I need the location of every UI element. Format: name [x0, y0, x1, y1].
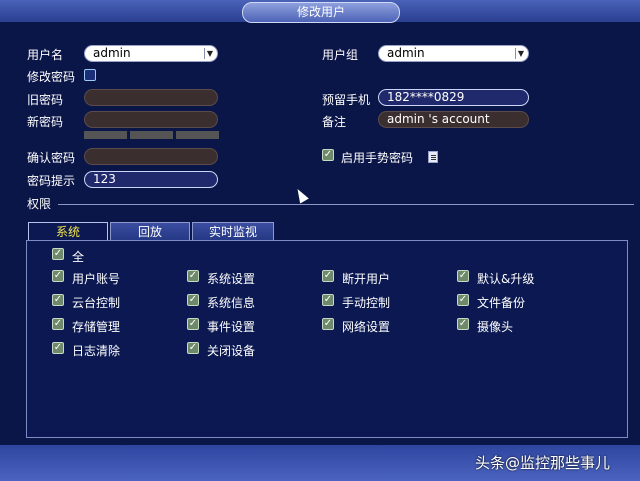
remark-label: 备注	[322, 115, 347, 129]
perm-label: 网络设置	[342, 320, 391, 334]
username-value: admin	[93, 46, 131, 60]
perm-label: 断开用户	[342, 272, 391, 286]
user-group-select[interactable]: admin ▼	[378, 45, 529, 62]
modify-password-checkbox[interactable]	[84, 69, 96, 81]
old-password-label: 旧密码	[27, 93, 64, 107]
old-password-field[interactable]	[84, 89, 218, 106]
perm-label: 摄像头	[477, 320, 514, 334]
perm-checkbox[interactable]: ✓	[187, 318, 199, 330]
password-strength-bar-strong	[176, 131, 219, 139]
chevron-down-icon: ▼	[204, 48, 215, 59]
perm-checkbox[interactable]: ✓	[187, 342, 199, 354]
watermark: 头条@监控那些事儿	[475, 454, 611, 472]
document-icon[interactable]	[428, 151, 438, 163]
perm-label: 用户账号	[72, 272, 121, 286]
username-select[interactable]: admin ▼	[84, 45, 218, 62]
perm-checkbox[interactable]: ✓	[187, 294, 199, 306]
perm-checkbox[interactable]: ✓	[52, 318, 64, 330]
perm-checkbox[interactable]: ✓	[322, 294, 334, 306]
perm-checkbox[interactable]: ✓	[52, 342, 64, 354]
perm-label: 云台控制	[72, 296, 121, 310]
password-hint-label: 密码提示	[27, 174, 76, 188]
perm-all-label: 全	[72, 250, 85, 264]
perm-label: 文件备份	[477, 296, 526, 310]
user-group-value: admin	[387, 46, 425, 60]
phone-label: 预留手机	[322, 93, 371, 107]
perm-checkbox[interactable]: ✓	[322, 270, 334, 282]
new-password-label: 新密码	[27, 115, 64, 129]
perm-label: 日志清除	[72, 344, 121, 358]
perm-label: 系统信息	[207, 296, 256, 310]
password-hint-field[interactable]: 123	[84, 171, 218, 188]
perm-label: 关闭设备	[207, 344, 256, 358]
perm-checkbox[interactable]: ✓	[52, 294, 64, 306]
tab-live-view[interactable]: 实时监视	[192, 222, 274, 241]
perm-all-checkbox[interactable]: ✓	[52, 248, 64, 260]
perm-label: 存储管理	[72, 320, 121, 334]
confirm-password-field[interactable]	[84, 148, 218, 165]
perm-label: 默认&升级	[477, 272, 535, 286]
new-password-field[interactable]	[84, 111, 218, 128]
modify-password-label: 修改密码	[27, 70, 76, 84]
chevron-down-icon: ▼	[515, 48, 526, 59]
permissions-label: 权限	[27, 197, 52, 211]
perm-checkbox[interactable]: ✓	[457, 294, 469, 306]
perm-checkbox[interactable]: ✓	[187, 270, 199, 282]
password-strength-bar-medium	[130, 131, 173, 139]
perm-checkbox[interactable]: ✓	[322, 318, 334, 330]
divider	[58, 204, 634, 205]
password-strength-bar-weak	[84, 131, 127, 139]
username-label: 用户名	[27, 48, 64, 62]
confirm-password-label: 确认密码	[27, 151, 76, 165]
user-group-label: 用户组	[322, 48, 359, 62]
perm-label: 系统设置	[207, 272, 256, 286]
perm-label: 事件设置	[207, 320, 256, 334]
perm-checkbox[interactable]: ✓	[52, 270, 64, 282]
gesture-password-checkbox[interactable]: ✓	[322, 149, 334, 161]
perm-checkbox[interactable]: ✓	[457, 270, 469, 282]
title-bar: 修改用户	[0, 0, 640, 23]
gesture-password-label: 启用手势密码	[341, 151, 414, 165]
remark-field[interactable]: admin 's account	[378, 111, 529, 128]
phone-field[interactable]: 182****0829	[378, 89, 529, 106]
tab-playback[interactable]: 回放	[110, 222, 190, 241]
tab-system[interactable]: 系统	[28, 222, 108, 241]
mouse-cursor-icon	[293, 186, 309, 204]
perm-checkbox[interactable]: ✓	[457, 318, 469, 330]
perm-label: 手动控制	[342, 296, 391, 310]
dialog-title: 修改用户	[242, 2, 400, 23]
